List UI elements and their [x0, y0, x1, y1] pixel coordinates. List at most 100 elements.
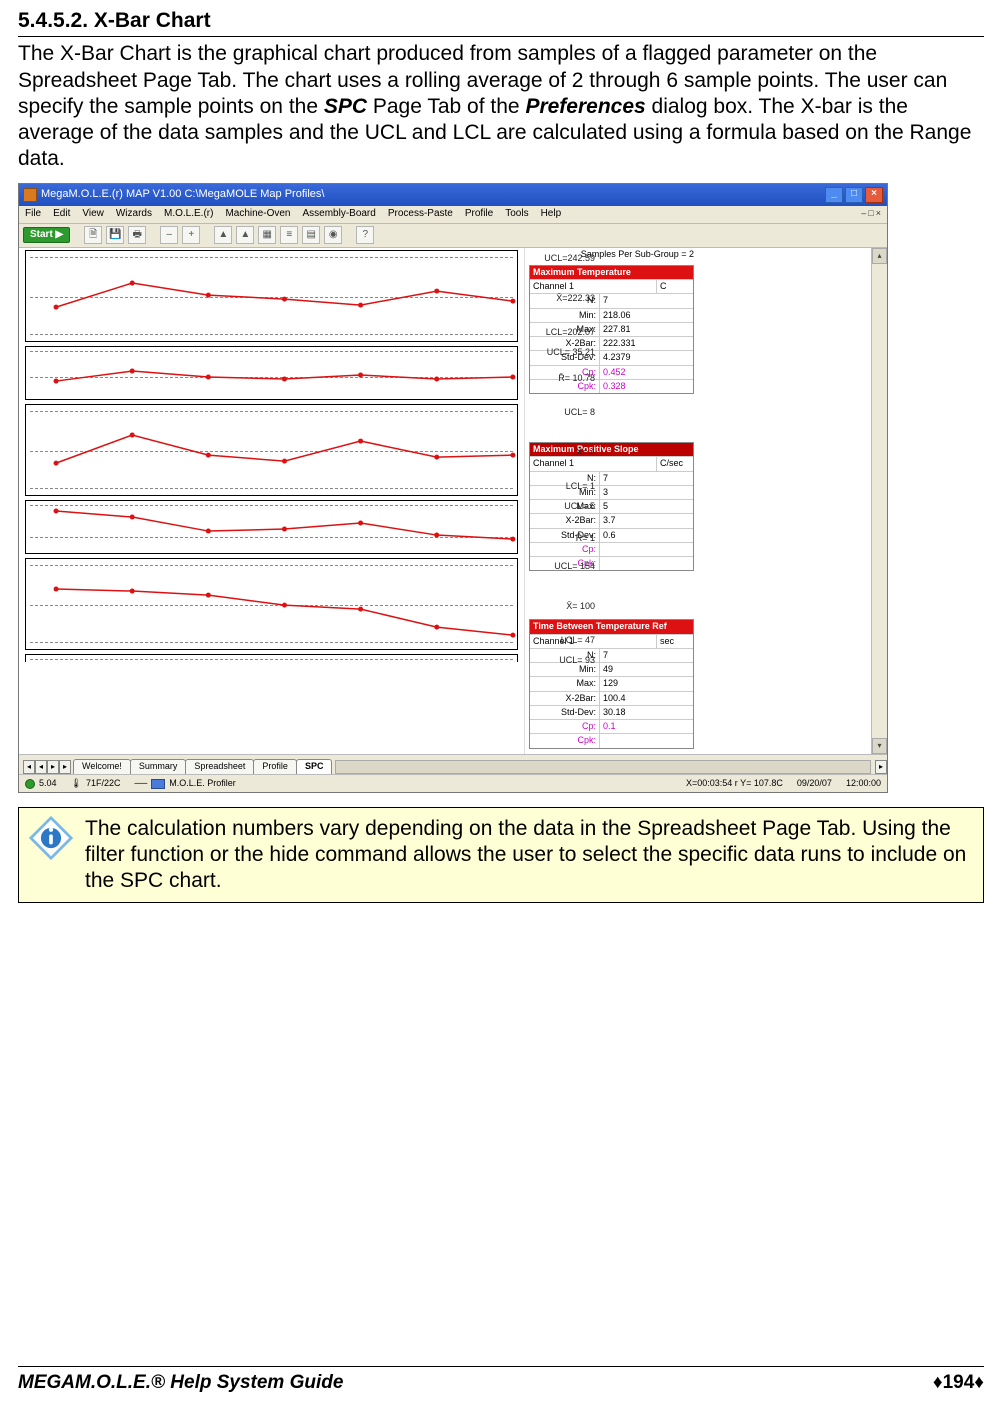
menu-wizards[interactable]: Wizards: [116, 208, 152, 221]
c5-center-label: X̄= 100: [566, 601, 595, 612]
footer-guide-title: MEGAM.O.L.E.® Help System Guide: [18, 1371, 343, 1395]
sp2-cpk: [600, 557, 693, 570]
help-icon[interactable]: ?: [356, 226, 374, 244]
tool-f-icon[interactable]: ◉: [324, 226, 342, 244]
tab-summary[interactable]: Summary: [130, 759, 187, 773]
c2-ucl-label: UCL= 35.21: [547, 347, 595, 358]
minimize-button[interactable]: _: [825, 187, 843, 203]
sp1-cp: 0.452: [600, 366, 693, 379]
start-button[interactable]: Start ▶: [23, 227, 70, 244]
menu-help[interactable]: Help: [541, 208, 562, 221]
info-note-text: The calculation numbers vary depending o…: [85, 816, 973, 895]
stats-panel-2: Maximum Positive Slope Channel 1C/sec N:…: [529, 442, 694, 571]
tab-spreadsheet[interactable]: Spreadsheet: [185, 759, 254, 773]
tool-d-icon[interactable]: ≡: [280, 226, 298, 244]
c4-center-label: R̄= 1: [576, 533, 595, 544]
sp1-n: 7: [600, 294, 693, 307]
tool-a-icon[interactable]: ▲: [214, 226, 232, 244]
sp2-x2bar: 3.7: [600, 514, 693, 527]
intro-part-b: Page Tab of the: [367, 95, 525, 118]
window-title: MegaM.O.L.E.(r) MAP V1.00 C:\MegaMOLE Ma…: [41, 188, 324, 202]
c1-ucl-label: UCL=242.59: [544, 253, 595, 264]
chart-clipped: UCL= 93: [25, 654, 518, 662]
sp2-unit: C/sec: [657, 457, 693, 470]
c2-center-label: R̄= 10.78: [558, 373, 595, 384]
heading-rule: [18, 36, 984, 37]
status-date: 09/20/07: [797, 778, 832, 789]
sp1-x2bar: 222.331: [600, 337, 693, 350]
mdi-restore-icon[interactable]: –: [861, 208, 866, 219]
statusbar: 5.04 🌡71F/22C ──M.O.L.E. Profiler X=00:0…: [19, 774, 887, 793]
menu-mole[interactable]: M.O.L.E.(r): [164, 208, 213, 221]
status-xy: X=00:03:54 r Y= 107.8C: [686, 778, 783, 789]
save-icon[interactable]: 💾: [106, 226, 124, 244]
menu-machine-oven[interactable]: Machine-Oven: [225, 208, 290, 221]
menu-tools[interactable]: Tools: [505, 208, 528, 221]
tab-profile[interactable]: Profile: [253, 759, 297, 773]
status-time: 12:00:00: [846, 778, 881, 789]
c3-center-label: X̄= 4: [576, 447, 595, 458]
menu-assembly-board[interactable]: Assembly-Board: [302, 208, 375, 221]
status-version: 5.04: [39, 778, 57, 789]
sp3-stddev: 30.18: [600, 706, 693, 719]
sp3-max: 129: [600, 677, 693, 690]
zoom-out-icon[interactable]: –: [160, 226, 178, 244]
menu-file[interactable]: File: [25, 208, 41, 221]
hscroll-right-icon[interactable]: ▸: [875, 760, 887, 774]
sp2-cp: [600, 543, 693, 556]
chart-xbar-3: UCL= 154 X̄= 100 LCL= 47: [25, 558, 518, 650]
mdi-close-icon[interactable]: ×: [876, 208, 881, 219]
sp2-min: 3: [600, 486, 693, 499]
tool-c-icon[interactable]: ▦: [258, 226, 276, 244]
print-icon[interactable]: 🖶: [128, 226, 146, 244]
stats-column: Samples Per Sub-Group = 2 Maximum Temper…: [524, 248, 698, 754]
menu-process-paste[interactable]: Process-Paste: [388, 208, 453, 221]
sp1-cpk: 0.328: [600, 380, 693, 393]
menubar[interactable]: File Edit View Wizards M.O.L.E.(r) Machi…: [19, 206, 887, 224]
tab-nav-prev-icon[interactable]: ◂: [35, 760, 47, 774]
c1-center-label: X̄=222.33: [556, 293, 595, 304]
tab-spc[interactable]: SPC: [296, 759, 333, 773]
c4-ucl-label: UCL= 5: [564, 501, 595, 512]
footer-page-number: ♦194♦: [933, 1371, 984, 1395]
tool-e-icon[interactable]: ▤: [302, 226, 320, 244]
chart-range-1: UCL= 35.21 R̄= 10.78: [25, 346, 518, 400]
tab-welcome[interactable]: Welcome!: [73, 759, 131, 773]
menu-edit[interactable]: Edit: [53, 208, 70, 221]
scroll-up-icon[interactable]: ▴: [872, 248, 887, 264]
scroll-down-icon[interactable]: ▾: [872, 738, 887, 754]
status-temp: 71F/22C: [86, 778, 121, 789]
toolbar[interactable]: Start ▶ 🗎 💾 🖶 – + ▲ ▲ ▦ ≡ ▤ ◉ ?: [19, 224, 887, 248]
info-icon: [29, 816, 73, 860]
sp2-max: 5: [600, 500, 693, 513]
maximize-button[interactable]: □: [845, 187, 863, 203]
mdi-max-icon[interactable]: □: [868, 208, 873, 219]
tab-nav-last-icon[interactable]: ▸: [59, 760, 71, 774]
status-profiler: M.O.L.E. Profiler: [169, 778, 236, 789]
horizontal-scrollbar[interactable]: [335, 760, 871, 774]
tab-nav-next-icon[interactable]: ▸: [47, 760, 59, 774]
close-button[interactable]: ×: [865, 187, 883, 203]
zoom-in-icon[interactable]: +: [182, 226, 200, 244]
sp3-n: 7: [600, 649, 693, 662]
sp1-unit: C: [657, 280, 693, 293]
menu-profile[interactable]: Profile: [465, 208, 493, 221]
sp1-max: 227.81: [600, 323, 693, 336]
sp3-cpk: [600, 734, 693, 747]
c6-ucl-label: UCL= 93: [559, 655, 595, 666]
chart-xbar-1: UCL=242.59 X̄=222.33 LCL=202.07: [25, 250, 518, 342]
tool-b-icon[interactable]: ▲: [236, 226, 254, 244]
tab-nav-first-icon[interactable]: ◂: [23, 760, 35, 774]
vertical-scrollbar[interactable]: ▴ ▾: [871, 248, 887, 754]
new-icon[interactable]: 🗎: [84, 226, 102, 244]
sp2-header: Maximum Positive Slope: [530, 443, 693, 456]
menu-view[interactable]: View: [82, 208, 104, 221]
chart-xbar-2: UCL= 8 X̄= 4 LCL= 1: [25, 404, 518, 496]
worksheet-tabs[interactable]: ◂ ◂ ▸ ▸ Welcome! Summary Spreadsheet Pro…: [19, 754, 887, 774]
sp1-stddev: 4.2379: [600, 351, 693, 364]
window-titlebar[interactable]: MegaM.O.L.E.(r) MAP V1.00 C:\MegaMOLE Ma…: [19, 184, 887, 206]
blank-area: [698, 248, 871, 754]
c5-lcl-label: LCL= 47: [561, 635, 595, 646]
intro-paragraph: The X-Bar Chart is the graphical chart p…: [18, 41, 984, 172]
c3-lcl-label: LCL= 1: [566, 481, 595, 492]
